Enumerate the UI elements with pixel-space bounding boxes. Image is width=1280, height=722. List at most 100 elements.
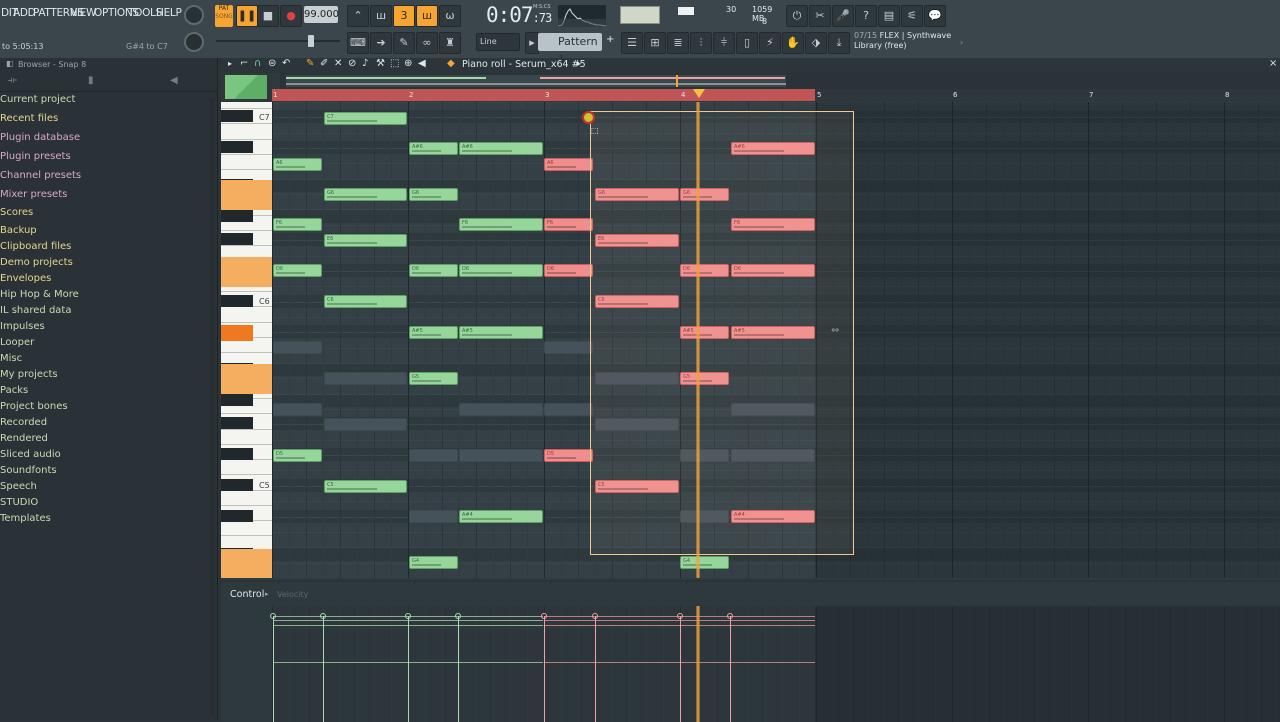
pattern-prev-button[interactable]: ▸ [525, 32, 539, 54]
note[interactable]: G6 [324, 188, 407, 201]
clip-button[interactable]: ⬗ [805, 32, 827, 54]
browser-item[interactable]: Recorded [0, 417, 47, 428]
note[interactable]: C7 [324, 112, 407, 125]
metronome-button[interactable]: ⌃ [347, 5, 369, 27]
note[interactable]: A6 [273, 158, 322, 171]
note[interactable]: G5 [409, 372, 458, 385]
snap-mode-select[interactable]: Line [476, 33, 520, 51]
browser-item[interactable]: My projects [0, 369, 58, 380]
browser-item[interactable]: Impulses [0, 321, 45, 332]
tools-button[interactable]: ✂ [809, 5, 831, 27]
menu-help[interactable]: HELP [156, 7, 182, 19]
note[interactable]: C5 [324, 480, 407, 493]
touch-keyboard-button[interactable]: ✋ [782, 32, 804, 54]
note[interactable]: D5 [273, 449, 322, 462]
browser-item[interactable]: Scores [0, 207, 33, 218]
playlist-button[interactable]: ☰ [621, 32, 643, 54]
countdown-button[interactable]: 3 [393, 5, 415, 27]
record-mode-icon[interactable]: ⊜ [268, 58, 276, 69]
pencil-icon[interactable]: ✎ [306, 58, 314, 69]
browser-item[interactable]: Hip Hop & More [0, 289, 79, 300]
browser-item[interactable]: Speech [0, 481, 37, 492]
loop-record-button[interactable]: ω [439, 5, 461, 27]
tempo-display[interactable]: 99.000 [304, 6, 339, 23]
browser-button[interactable]: ⫩ [713, 32, 735, 54]
select-icon[interactable]: ⬚ [390, 58, 399, 69]
render-button[interactable]: ▤ [878, 5, 900, 27]
instrument-icon[interactable]: ◆ [447, 58, 455, 69]
cpu-button[interactable]: ⏻ [786, 5, 808, 27]
delete-icon[interactable]: ✕ [334, 58, 342, 69]
browser-item[interactable]: Channel presets [0, 170, 81, 181]
stamp-button[interactable]: ♜ [439, 32, 461, 54]
plugin-button[interactable]: ⚟ [901, 5, 923, 27]
news-panel[interactable]: 07/15 FLEX | Synthwave Library (free) [854, 31, 964, 51]
wait-button[interactable]: ш [370, 5, 392, 27]
resize-arrows-icon[interactable]: ⇔ [831, 325, 839, 336]
velocity-lane[interactable] [270, 606, 1280, 722]
note[interactable]: G4 [409, 556, 458, 569]
mic-button[interactable]: 🎤 [832, 5, 854, 27]
news-next-icon[interactable]: › [960, 38, 963, 47]
browser-item[interactable]: Current project [0, 94, 75, 105]
velocity-handle[interactable] [592, 613, 598, 619]
link-button[interactable]: ∞ [416, 32, 438, 54]
channel-rack-button[interactable]: ≣ [667, 32, 689, 54]
velocity-handle[interactable] [541, 613, 547, 619]
snap-icon[interactable]: ∩ [254, 58, 261, 69]
velocity-handle[interactable] [270, 613, 276, 619]
project-info-button[interactable]: ▯ [736, 32, 758, 54]
note[interactable]: F6 [544, 218, 593, 231]
browser-item[interactable]: Backup [0, 225, 37, 236]
piano-roll-button[interactable]: ⌨ [347, 32, 369, 54]
note[interactable]: A#6 [459, 142, 543, 155]
browser-item[interactable]: Misc [0, 353, 22, 364]
velocity-handle[interactable] [727, 613, 733, 619]
note[interactable]: D6 [273, 264, 322, 277]
browser-item[interactable]: Mixer presets [0, 189, 67, 200]
piano-keyboard[interactable]: C7 C6 C5 [221, 102, 272, 578]
velocity-handle[interactable] [405, 613, 411, 619]
chat-button[interactable]: 💬 [924, 5, 946, 27]
velocity-handle[interactable] [677, 613, 683, 619]
zoom-icon[interactable]: ⊕ [404, 58, 412, 69]
draw-button[interactable]: ✎ [393, 32, 415, 54]
browser-item[interactable]: Looper [0, 337, 34, 348]
velocity-handle[interactable] [320, 613, 326, 619]
playhead-marker-icon[interactable] [693, 89, 705, 99]
record-button[interactable]: ● [280, 5, 302, 27]
browser-item[interactable]: Plugin database [0, 132, 80, 143]
magnet-icon[interactable]: ⌐ [240, 58, 248, 69]
note[interactable]: D5 [544, 449, 593, 462]
note[interactable]: E6 [324, 234, 407, 247]
note[interactable]: F6 [459, 218, 543, 231]
note[interactable]: A#5 [409, 326, 458, 339]
mute-icon[interactable]: ⊘ [348, 58, 356, 69]
browser-item[interactable]: Packs [0, 385, 28, 396]
note[interactable]: G4 [680, 556, 729, 569]
master-pitch-knob[interactable] [184, 32, 204, 52]
title-arrow-icon[interactable]: ▸ [577, 59, 581, 68]
piano-roll-overview[interactable] [280, 73, 1280, 89]
control-arrow-icon[interactable]: ▸ [265, 590, 269, 598]
options-arrow-icon[interactable]: ▸ [228, 59, 232, 68]
collapse-icon[interactable]: ⟛ [8, 75, 17, 86]
slip-icon[interactable]: ♪ [362, 58, 368, 69]
pianoroll-window-button[interactable]: ⊞ [644, 32, 666, 54]
browser-item[interactable]: Soundfonts [0, 465, 57, 476]
step-edit-button[interactable]: ш [416, 5, 438, 27]
channel-color-swatch[interactable] [225, 75, 267, 99]
pat-song-toggle[interactable]: PAT SONG [215, 5, 233, 27]
master-slider-handle[interactable] [308, 35, 314, 47]
velocity-handle[interactable] [455, 613, 461, 619]
note[interactable]: G6 [409, 188, 458, 201]
slice-icon[interactable]: ⚒ [376, 58, 385, 69]
browser-scrollbar[interactable] [210, 98, 214, 716]
menu-view[interactable]: VIEW [70, 7, 96, 19]
close-icon[interactable]: × [1269, 58, 1277, 69]
note[interactable]: A#4 [459, 510, 543, 523]
browser-menu-icon[interactable]: ◧ [6, 59, 14, 68]
note[interactable]: D6 [544, 264, 593, 277]
control-label[interactable]: Control [230, 589, 264, 600]
browser-item[interactable]: Templates [0, 513, 51, 524]
